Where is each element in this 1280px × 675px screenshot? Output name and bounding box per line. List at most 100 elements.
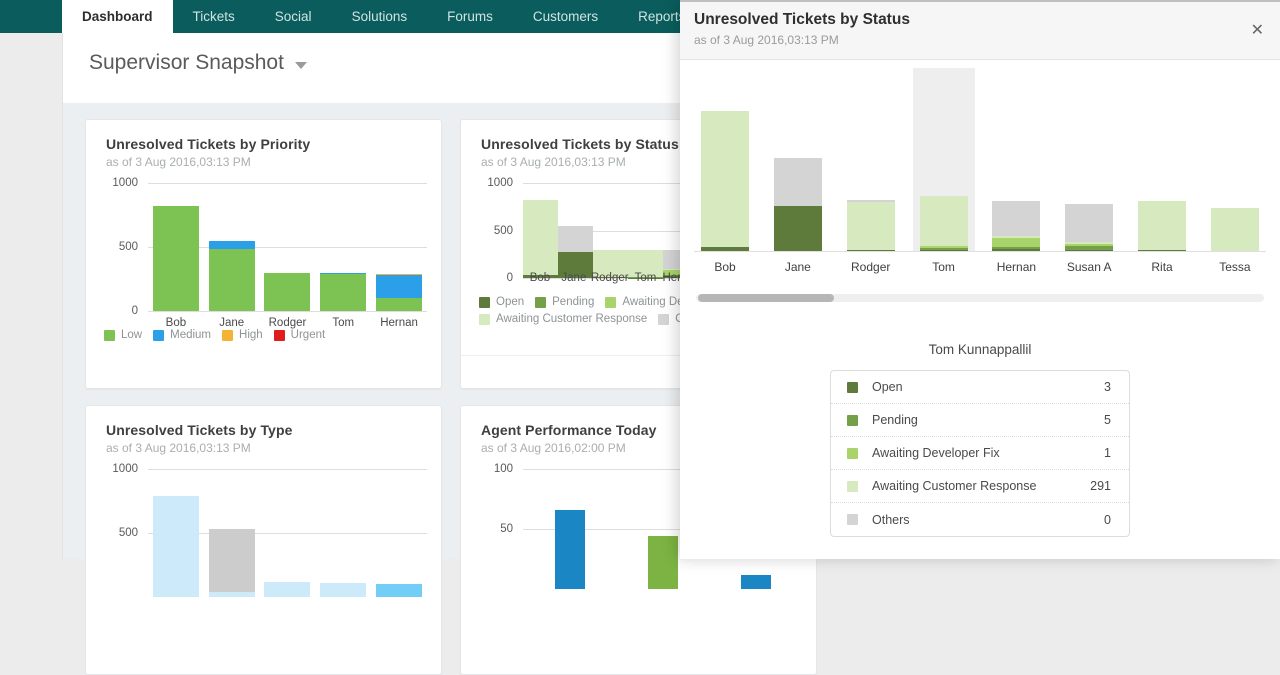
modal-chart-x-axis: BobJaneRodgerTomHernanSusan ARitaTessa <box>694 256 1266 278</box>
legend-item[interactable]: Low <box>104 329 142 341</box>
bar-column[interactable] <box>376 183 422 311</box>
nav-tab-forums[interactable]: Forums <box>427 0 513 33</box>
bar-segment <box>320 583 366 597</box>
drilldown-modal: Unresolved Tickets by Status as of 3 Aug… <box>680 0 1280 559</box>
bar-column[interactable] <box>628 183 663 278</box>
nav-tab-dashboard[interactable]: Dashboard <box>62 0 173 33</box>
y-axis-tick-label: 100 <box>465 463 513 475</box>
nav-tab-solutions[interactable]: Solutions <box>332 0 428 33</box>
legend-label: Low <box>121 329 142 341</box>
modal-x-axis-label: Rodger <box>840 260 902 274</box>
horizontal-scrollbar[interactable] <box>696 294 1264 302</box>
chevron-down-icon[interactable] <box>295 62 307 69</box>
modal-title: Unresolved Tickets by Status <box>694 11 1280 29</box>
bar-column[interactable] <box>264 183 310 311</box>
scrollbar-thumb[interactable] <box>698 294 834 302</box>
bar-segment <box>209 529 255 592</box>
modal-bar-stack <box>1065 204 1113 252</box>
modal-bar-stack <box>1138 201 1186 252</box>
tooltip-color-swatch <box>847 415 858 426</box>
chart-bars <box>148 469 427 597</box>
modal-x-axis-label: Rita <box>1131 260 1193 274</box>
chart-priority[interactable]: 10005000BobJaneRodgerTomHernan <box>86 183 441 329</box>
legend-swatch <box>104 330 115 341</box>
bar-segment <box>555 510 585 589</box>
chart-type[interactable]: 1000500 <box>86 469 441 615</box>
legend-item[interactable]: Urgent <box>274 329 326 341</box>
bar-column[interactable] <box>209 183 255 311</box>
close-icon[interactable]: ✕ <box>1251 23 1264 39</box>
tooltip-row: Others0 <box>831 503 1129 536</box>
tooltip-status-value: 3 <box>1104 380 1111 394</box>
legend-swatch <box>274 330 285 341</box>
bar-column[interactable] <box>320 183 366 311</box>
modal-x-axis-label: Jane <box>767 260 829 274</box>
widget-title: Unresolved Tickets by Priority <box>106 136 441 152</box>
legend-item[interactable]: Medium <box>153 329 211 341</box>
modal-x-axis-label: Tom <box>913 260 975 274</box>
modal-bar-stack <box>701 111 749 252</box>
x-axis-tick-label: Bob <box>523 272 557 296</box>
y-axis-tick-label: 500 <box>90 241 138 253</box>
legend-label: Open <box>496 296 524 308</box>
tooltip-color-swatch <box>847 382 858 393</box>
legend-swatch <box>153 330 164 341</box>
legend-item[interactable]: Pending <box>535 296 594 308</box>
bar-column[interactable] <box>264 469 310 597</box>
widget-unresolved-tickets-by-priority: Unresolved Tickets by Priority as of 3 A… <box>85 119 442 389</box>
legend-item[interactable]: Open <box>479 296 524 308</box>
modal-bar-segment <box>1065 204 1113 242</box>
bar-column[interactable] <box>376 469 422 597</box>
bar-column[interactable] <box>153 183 199 311</box>
bar-column[interactable] <box>153 469 199 597</box>
tooltip-status-label: Pending <box>872 413 1104 427</box>
modal-bar-segment <box>992 201 1040 235</box>
modal-chart-status[interactable]: BobJaneRodgerTomHernanSusan ARitaTessa <box>680 68 1280 278</box>
tooltip-row: Pending5 <box>831 404 1129 437</box>
modal-bar-column[interactable] <box>1204 68 1266 252</box>
modal-bar-column[interactable] <box>1058 68 1120 252</box>
application-root: DashboardTicketsSocialSolutionsForumsCus… <box>0 0 1280 559</box>
bar-column[interactable] <box>523 183 558 278</box>
bar-column[interactable] <box>320 469 366 597</box>
legend-item[interactable]: High <box>222 329 263 341</box>
nav-tab-label: Reports <box>638 9 685 24</box>
tooltip-status-value: 291 <box>1090 479 1111 493</box>
bar-column[interactable] <box>648 469 678 589</box>
modal-bar-column[interactable] <box>985 68 1047 252</box>
legend-item[interactable]: Awaiting Customer Response <box>479 313 647 325</box>
bar-column[interactable] <box>593 183 628 278</box>
nav-tab-customers[interactable]: Customers <box>513 0 618 33</box>
modal-header: Unresolved Tickets by Status as of 3 Aug… <box>680 2 1280 60</box>
nav-tab-social[interactable]: Social <box>255 0 332 33</box>
modal-bar-column[interactable] <box>840 68 902 252</box>
bar-segment <box>209 241 255 248</box>
modal-chart-bars <box>694 68 1266 252</box>
bar-segment <box>376 584 422 597</box>
bar-segment <box>264 582 310 597</box>
bar-column[interactable] <box>558 183 593 278</box>
y-axis-tick-label: 1000 <box>90 463 138 475</box>
nav-tab-tickets[interactable]: Tickets <box>173 0 255 33</box>
bar-column[interactable] <box>555 469 585 589</box>
modal-bar-column[interactable] <box>913 68 975 252</box>
modal-bar-column[interactable] <box>1131 68 1193 252</box>
modal-bar-stack <box>992 201 1040 252</box>
modal-subtitle: as of 3 Aug 2016,03:13 PM <box>694 33 1280 47</box>
modal-x-axis-label: Tessa <box>1204 260 1266 274</box>
x-axis-tick-label: Jane <box>209 317 255 329</box>
legend-swatch <box>605 297 616 308</box>
bar-segment <box>153 206 199 311</box>
bar-column[interactable] <box>209 469 255 597</box>
tooltip-row: Open3 <box>831 371 1129 404</box>
tooltip-row: Awaiting Customer Response291 <box>831 470 1129 503</box>
nav-tab-list: DashboardTicketsSocialSolutionsForumsCus… <box>62 0 705 33</box>
y-axis-tick-label: 0 <box>465 272 513 284</box>
modal-bar-stack <box>847 200 895 252</box>
snapshot-selector[interactable]: Supervisor Snapshot <box>89 51 307 75</box>
modal-bar-column[interactable] <box>694 68 756 252</box>
widget-subtitle: as of 3 Aug 2016,03:13 PM <box>106 441 441 455</box>
y-axis-tick-label: 500 <box>465 225 513 237</box>
modal-bar-column[interactable] <box>767 68 829 252</box>
page-title: Supervisor Snapshot <box>89 51 284 75</box>
